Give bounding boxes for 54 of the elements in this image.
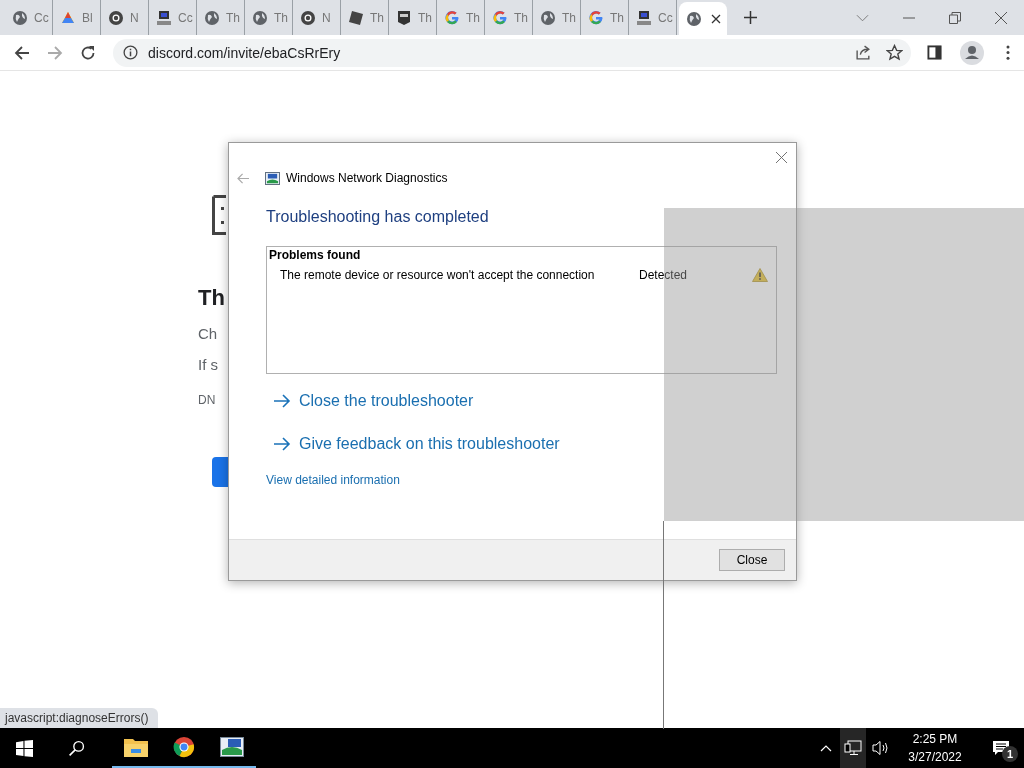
- close-icon[interactable]: [711, 14, 721, 24]
- notification-badge: 1: [1002, 746, 1018, 762]
- arrow-right-icon: [273, 394, 291, 408]
- error-text: If s: [198, 356, 218, 373]
- dialog-heading: Troubleshooting has completed: [266, 208, 489, 226]
- star-icon[interactable]: [886, 44, 903, 61]
- browser-tab[interactable]: [679, 1, 727, 37]
- status-bubble: javascript:diagnoseErrors(): [0, 708, 159, 728]
- error-heading: Th: [198, 285, 225, 311]
- restore-icon[interactable]: [949, 11, 961, 24]
- letter-g-icon: [444, 9, 460, 26]
- monitor-icon: [844, 740, 862, 756]
- details-link[interactable]: View detailed information: [266, 473, 400, 487]
- close-icon[interactable]: [995, 11, 1007, 24]
- problems-header: Problems found: [269, 248, 362, 262]
- command-link[interactable]: Close the troubleshooter: [273, 392, 474, 410]
- computer-icon: [156, 9, 172, 26]
- warning-icon: [752, 268, 768, 282]
- notifications-button[interactable]: 1: [978, 728, 1024, 768]
- arrow-right-icon: [273, 437, 291, 451]
- letter-g-icon: [492, 9, 508, 26]
- error-code: DN: [198, 393, 216, 407]
- command-link[interactable]: Give feedback on this troubleshooter: [273, 435, 560, 453]
- folder-icon: [124, 736, 148, 758]
- computer-icon: [636, 9, 652, 26]
- profile-icon[interactable]: [960, 40, 984, 65]
- dialog-title: Windows Network Diagnostics: [286, 171, 448, 185]
- address-bar[interactable]: discord.com/invite/ebaCsRrEry: [113, 38, 911, 67]
- chrome-icon: [172, 736, 196, 758]
- problem-description: The remote device or resource won't accept the connection: [280, 268, 596, 282]
- menu-icon[interactable]: [1006, 45, 1010, 60]
- error-page-icon: [212, 195, 226, 235]
- reload-icon[interactable]: [80, 44, 96, 61]
- chrome-icon: [300, 9, 316, 26]
- shield-icon: [396, 9, 412, 26]
- chrome-icon: [108, 9, 124, 26]
- clock[interactable]: 2:25 PM 3/27/2022: [900, 730, 970, 766]
- side-panel-icon[interactable]: [927, 45, 942, 60]
- start-icon[interactable]: [16, 739, 33, 757]
- plus-icon[interactable]: [744, 11, 757, 24]
- network-diagnostics-icon: [220, 736, 244, 758]
- network-button[interactable]: [840, 728, 866, 768]
- chevron-up-icon[interactable]: [820, 744, 832, 752]
- network-diagnostics-icon: [265, 171, 280, 185]
- share-icon[interactable]: [855, 44, 872, 61]
- close-button[interactable]: Close: [719, 549, 785, 571]
- volume-icon[interactable]: [872, 740, 890, 756]
- url-text: discord.com/invite/ebaCsRrEry: [148, 44, 341, 61]
- error-text: Ch: [198, 325, 218, 342]
- letter-g-icon: [588, 9, 604, 26]
- search-icon[interactable]: [68, 739, 85, 757]
- back-icon[interactable]: [14, 44, 30, 61]
- problem-status: Detected: [639, 268, 689, 282]
- info-icon[interactable]: [123, 45, 138, 60]
